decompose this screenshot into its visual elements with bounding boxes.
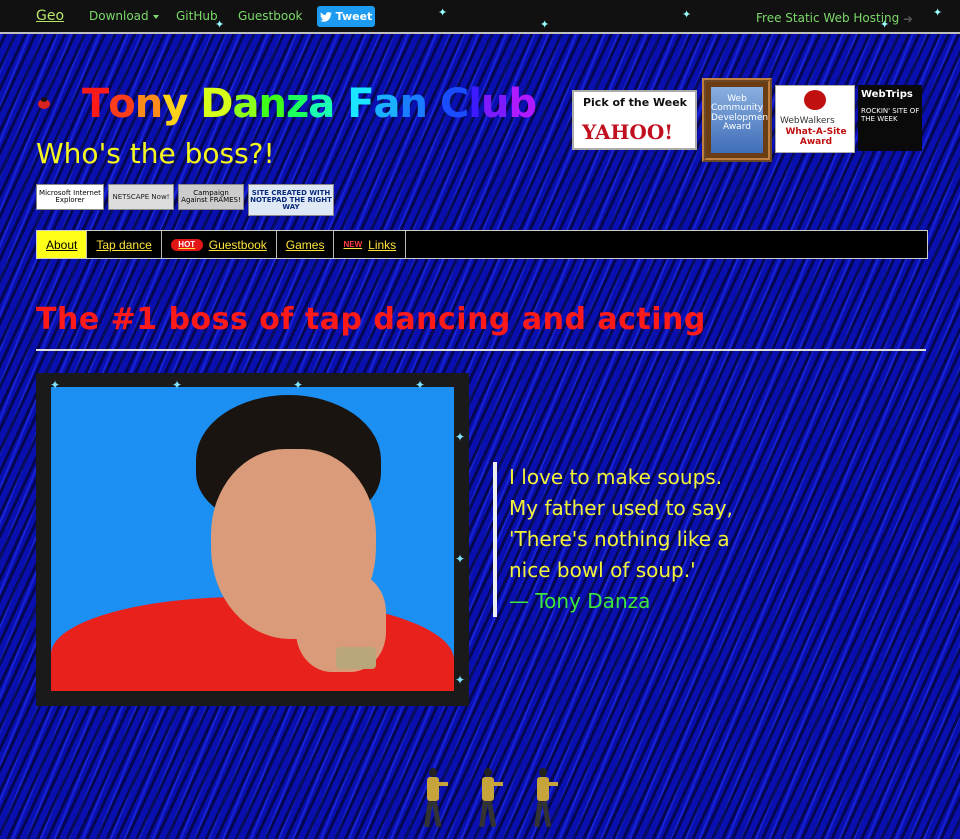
top-guestbook-link[interactable]: Guestbook [238, 9, 303, 23]
free-hosting-link[interactable]: Free Static Web Hosting [756, 11, 899, 25]
sparkle-icon: ✦ [293, 378, 304, 392]
download-dropdown[interactable]: Download [89, 9, 159, 23]
github-link[interactable]: GitHub [176, 9, 218, 23]
sparkle-icon: ✦ [455, 552, 466, 566]
nav-tap-dance[interactable]: Tap dance [87, 231, 162, 258]
title-letter: n [399, 81, 429, 127]
nav-links[interactable]: NEW Links [334, 231, 407, 258]
yahoo-award[interactable]: Pick of the Week YAHOO! [572, 90, 697, 150]
sparkle-icon: ✦ [50, 378, 61, 392]
title-letter: T [82, 81, 109, 127]
title-letter: o [108, 81, 136, 127]
sparkle-icon: ✦ [455, 673, 466, 687]
tagline: Who's the boss?! [36, 137, 275, 170]
webtrips-label: WebTrips [861, 89, 913, 100]
title-letter: n [134, 81, 164, 127]
netscape-badge[interactable]: NETSCAPE Now! [108, 184, 174, 210]
chevron-down-icon [152, 14, 159, 19]
top-navbar: Geo Download GitHub Guestbook Tweet Free… [0, 0, 960, 34]
tweet-button[interactable]: Tweet [317, 6, 375, 27]
main-menu: About Tap dance HOT Guestbook Games NEW Li… [36, 230, 928, 259]
sparkle-icon: ✦ [215, 18, 225, 31]
notepad-badge[interactable]: SITE CREATED WITH NOTEPAD THE RIGHT WAY [248, 184, 334, 216]
geo-link[interactable]: Geo [36, 8, 64, 24]
site-title: Tony Danza Fan Club [82, 81, 538, 127]
hot-icon: HOT [170, 238, 203, 251]
webwalkers-award[interactable]: WebWalkers What-A-Site Award [775, 85, 855, 153]
webtrips-sub-label: ROCKIN' SITE OF THE WEEK [861, 107, 920, 124]
nav-guestbook[interactable]: HOT Guestbook [162, 231, 277, 258]
title-letter: F [347, 81, 374, 127]
title-letter: D [200, 81, 233, 127]
yahoo-logo: YAHOO! [582, 120, 674, 144]
title-letter [427, 81, 440, 127]
title-letter [334, 81, 347, 127]
title-letter: b [508, 81, 538, 127]
sparkle-icon: ✦ [933, 6, 943, 19]
yahoo-pick-label: Pick of the Week [582, 96, 687, 109]
title-letter: y [162, 81, 188, 127]
photo-frame [36, 373, 469, 706]
nav-guestbook-label: Guestbook [208, 237, 267, 252]
title-letter: n [258, 81, 287, 127]
title-letter: a [373, 81, 401, 127]
title-letter: l [468, 81, 482, 127]
site-header: Tony Danza Fan Club [36, 78, 538, 130]
nav-links-label: Links [368, 237, 397, 252]
new-icon: NEW [343, 240, 363, 249]
quote-text: I love to make soups. My father used to … [509, 465, 733, 582]
webtrips-award[interactable]: WebTrips ROCKIN' SITE OF THE WEEK [858, 85, 922, 151]
web-community-award[interactable]: Web Community Development Award [702, 78, 772, 162]
ie-badge[interactable]: Microsoft Internet Explorer [36, 184, 104, 210]
sparkle-icon: ✦ [172, 378, 183, 392]
title-letter: z [285, 81, 309, 127]
sparkle-icon: ✦ [682, 8, 692, 21]
title-letter: u [481, 81, 510, 127]
download-label: Download [89, 9, 149, 23]
nav-about[interactable]: About [37, 231, 88, 258]
nav-games[interactable]: Games [277, 231, 335, 258]
sparkle-icon: ✦ [415, 378, 426, 392]
ladybug-icon [36, 97, 52, 111]
dancer-icon [473, 766, 503, 830]
tap-dancers [418, 766, 558, 830]
twitter-bird-icon [319, 11, 332, 22]
dancer-icon [528, 766, 558, 830]
title-letter [187, 81, 200, 127]
arrow-right-icon[interactable]: ➜ [903, 12, 913, 26]
sparkle-icon: ✦ [540, 18, 550, 31]
web-community-label: Web Community Development Award [711, 87, 768, 153]
sparkle-icon: ✦ [455, 430, 466, 444]
frames-badge[interactable]: Campaign Against FRAMES! [178, 184, 244, 210]
dancer-icon [418, 766, 448, 830]
sparkle-icon: ✦ [880, 18, 890, 31]
what-a-site-label: What-A-Site Award [785, 127, 847, 148]
title-letter: a [232, 81, 259, 127]
title-letter: C [439, 81, 469, 127]
divider [36, 349, 926, 351]
webwalkers-label: WebWalkers [780, 116, 835, 126]
sparkle-icon: ✦ [438, 6, 448, 19]
tony-danza-photo [51, 387, 454, 691]
quote-block: I love to make soups. My father used to … [493, 462, 793, 617]
quote-citation: — Tony Danza [509, 589, 651, 613]
page-heading: The #1 boss of tap dancing and acting [36, 302, 706, 337]
tweet-label: Tweet [335, 10, 373, 23]
spider-icon [804, 90, 826, 110]
title-letter: a [308, 81, 335, 127]
browser-badges: Microsoft Internet Explorer NETSCAPE Now… [36, 184, 334, 216]
